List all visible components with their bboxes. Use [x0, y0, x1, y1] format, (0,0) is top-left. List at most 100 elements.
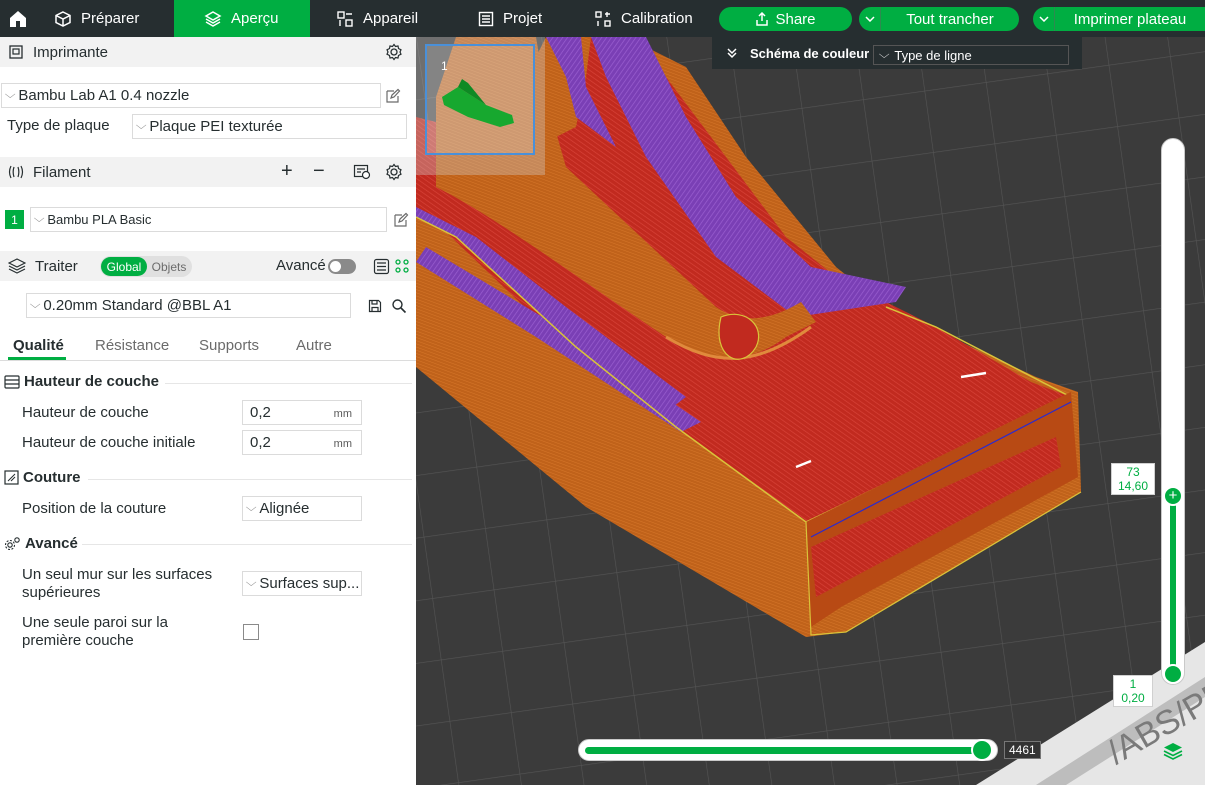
plate-thumbnail-panel[interactable]: 1 [416, 37, 545, 175]
process-section-header: Traiter Global Objets Avancé [0, 251, 416, 281]
plate-number: 1 [441, 59, 448, 73]
color-scheme-select[interactable]: ⌵ Type de ligne [873, 45, 1069, 65]
seam-group-label: Couture [23, 469, 81, 486]
home-icon [10, 10, 26, 27]
move-value-label: 4461 [1004, 741, 1041, 759]
slice-dropdown-icon[interactable] [859, 7, 881, 31]
advanced-toggle-label: Avancé [276, 257, 326, 274]
tab-others[interactable]: Autre [296, 337, 332, 354]
filament-section-title: Filament [33, 163, 91, 181]
printer-icon [9, 45, 23, 59]
color-scheme-label: Schéma de couleur [750, 45, 870, 61]
layer-height-input[interactable]: 0,2 mm [242, 400, 362, 425]
filament-sync-icon[interactable] [353, 164, 371, 180]
move-slider[interactable] [578, 739, 998, 761]
tab-project-label: Projet [503, 10, 543, 27]
seam-position-select[interactable]: ⌵ Alignée [242, 496, 362, 521]
initial-layer-height-value: 0,2 [250, 434, 271, 451]
chevron-down-icon: ⌵ [4, 89, 16, 101]
search-icon[interactable] [391, 298, 407, 314]
tab-strength[interactable]: Résistance [95, 337, 169, 354]
printer-section-header: Imprimante [0, 37, 416, 67]
move-slider-range [585, 747, 985, 754]
filament-select[interactable]: ⌵ Bambu PLA Basic [30, 207, 387, 232]
layer-slider-range [1170, 497, 1176, 675]
tabs-divider [0, 360, 416, 361]
layers-icon [204, 10, 222, 27]
home-button[interactable] [0, 0, 36, 37]
tab-prepare[interactable]: Préparer [36, 0, 174, 37]
filament-settings-gear-icon[interactable] [385, 163, 403, 181]
filament-slot-badge[interactable]: 1 [5, 210, 24, 229]
slice-all-label: Tout trancher [906, 10, 994, 28]
chevron-down-icon: ⌵ [29, 299, 41, 311]
layer-height-icon [4, 374, 20, 389]
remove-filament-button[interactable]: − [313, 160, 325, 183]
plate-type-select[interactable]: ⌵ Plaque PEI texturée [132, 114, 407, 139]
object-tree-icon[interactable] [394, 258, 410, 274]
save-preset-icon[interactable] [368, 299, 382, 313]
collapse-double-chevron-icon[interactable] [726, 47, 738, 59]
plate-type-label: Type de plaque [7, 117, 110, 134]
device-icon [337, 10, 353, 27]
tab-device[interactable]: Appareil [310, 0, 454, 37]
move-slider-handle[interactable] [971, 739, 993, 761]
list-icon [478, 11, 494, 26]
preview-viewport[interactable]: /ABS/PE 1 Schéma de couleur ⌵ Type de li… [416, 37, 1205, 785]
color-scheme-bar: Schéma de couleur ⌵ Type de ligne [712, 37, 1082, 69]
upper-layer-height: 14,60 [1117, 479, 1149, 493]
cube-icon [55, 10, 71, 27]
print-plate-button[interactable]: Imprimer plateau [1033, 7, 1205, 31]
share-icon [756, 12, 769, 26]
top-surface-single-wall-value: Surfaces sup... [259, 575, 360, 592]
initial-layer-height-input[interactable]: 0,2 mm [242, 430, 362, 455]
layer-slider-lower-handle[interactable] [1163, 664, 1183, 684]
first-layer-single-wall-label: Une seule paroi sur la première couche [22, 614, 168, 649]
tab-supports[interactable]: Supports [199, 337, 259, 354]
plate-type-value: Plaque PEI texturée [149, 118, 283, 135]
edit-filament-icon[interactable] [393, 212, 409, 228]
tab-project[interactable]: Projet [454, 0, 572, 37]
printer-section-title: Imprimante [33, 43, 109, 61]
advanced-gears-icon [4, 536, 20, 550]
print-dropdown-icon[interactable] [1033, 7, 1055, 31]
layer-height-label: Hauteur de couche [22, 404, 149, 421]
chevron-down-icon: ⌵ [33, 213, 45, 225]
toggle-global[interactable]: Global [101, 257, 147, 276]
share-button[interactable]: Share [719, 7, 852, 31]
group-divider [82, 544, 412, 545]
lower-layer-number: 1 [1129, 677, 1137, 691]
advanced-group-title: Avancé [4, 535, 78, 552]
layer-height-group-label: Hauteur de couche [24, 373, 160, 390]
advanced-switch[interactable] [328, 259, 356, 274]
tab-device-label: Appareil [363, 10, 419, 27]
settings-panel: Imprimante ⌵ Bambu Lab A1 0.4 nozzle Typ… [0, 37, 416, 785]
filament-name: Bambu PLA Basic [47, 212, 152, 227]
top-toolbar: Préparer Aperçu Appareil Projet Calibrat… [0, 0, 1205, 37]
tab-quality[interactable]: Qualité [13, 337, 64, 354]
tab-calibration[interactable]: Calibration [572, 0, 712, 37]
group-divider [88, 479, 412, 480]
layers-toggle-icon[interactable] [1163, 742, 1183, 760]
group-divider [165, 383, 412, 384]
tab-preview[interactable]: Aperçu [174, 0, 310, 37]
compare-list-icon[interactable] [373, 258, 390, 275]
first-layer-single-wall-checkbox[interactable] [243, 624, 259, 640]
printer-settings-gear-icon[interactable] [385, 43, 403, 61]
global-objects-toggle[interactable]: Global Objets [100, 256, 192, 277]
toggle-objects[interactable]: Objets [148, 257, 190, 276]
top-surface-single-wall-label: Un seul mur sur les surfaces supérieures [22, 566, 213, 601]
tab-preview-label: Aperçu [231, 10, 279, 27]
layer-height-value: 0,2 [250, 404, 271, 421]
share-label: Share [775, 10, 816, 28]
add-filament-button[interactable]: + [281, 160, 293, 183]
lower-layer-label: 1 0,20 [1113, 675, 1153, 707]
top-surface-single-wall-select[interactable]: ⌵ Surfaces sup... [242, 571, 362, 596]
layer-slider[interactable] [1161, 138, 1185, 685]
slice-all-button[interactable]: Tout trancher [859, 7, 1019, 31]
process-preset-select[interactable]: ⌵ 0.20mm Standard @BBL A1 [26, 293, 351, 318]
edit-printer-icon[interactable] [385, 88, 401, 104]
layer-slider-upper-handle[interactable]: + [1163, 486, 1183, 506]
printer-select[interactable]: ⌵ Bambu Lab A1 0.4 nozzle [1, 83, 381, 108]
seam-group-title: Couture [4, 469, 81, 486]
